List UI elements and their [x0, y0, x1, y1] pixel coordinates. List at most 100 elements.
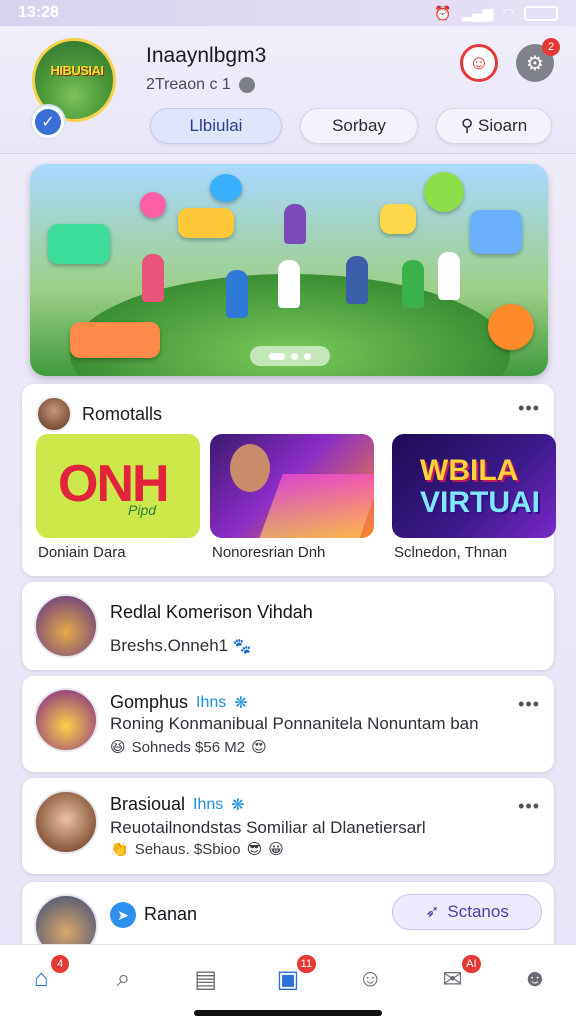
person-icon: ⚲: [460, 116, 474, 135]
banner-floating-tile: [178, 208, 234, 238]
recommendation-thumbnail-1[interactable]: ONH Pipd: [36, 434, 200, 538]
more-options-icon[interactable]: •••: [518, 694, 540, 715]
nav-emoji[interactable]: ☺: [350, 959, 390, 999]
status-icons: ⏰ ▂▄▆ ◠: [434, 5, 558, 22]
emoji-icon: 😎: [246, 841, 263, 858]
avatar[interactable]: [36, 396, 72, 432]
feed-item-meta: 👏 Sehaus. $Sbioo 😎 😀: [110, 840, 284, 859]
nav-chat[interactable]: ✉ AI: [433, 955, 481, 999]
settings-gear-icon[interactable]: ⚙ 2: [516, 38, 560, 82]
search-icon: ⌕: [116, 965, 131, 992]
profile-header: HIBUSIAI ✓ Inaaynlbgm3 2Treaon c 1 ☺ ⚙ 2…: [0, 26, 576, 154]
nav-video[interactable]: ▣ 11: [268, 955, 316, 999]
emoji-icon: 😍: [251, 739, 267, 756]
avatar[interactable]: [34, 790, 98, 854]
tab-pill-1[interactable]: Llbiulai: [150, 108, 282, 144]
feed-item[interactable]: Brasioual Ihns ❋ ••• Reuotailnondstas So…: [22, 778, 554, 874]
action-button[interactable]: ➶ Sctanos: [392, 894, 542, 930]
chat-icon: ✉: [442, 965, 463, 993]
feed-item-line: Roning Konmanibual Ponnanitela Nonuntam …: [110, 714, 479, 733]
carousel-dot[interactable]: [269, 352, 285, 360]
avatar[interactable]: [34, 594, 98, 658]
banner-child-figure: [284, 204, 306, 244]
mascot-face-icon[interactable]: ☺: [460, 44, 498, 82]
feed-title-text: Brasioual: [110, 794, 186, 814]
carousel-dot[interactable]: [304, 352, 311, 360]
profile-logo-text: HIBUSIAI: [50, 63, 104, 78]
emoji-icon: 🐾: [232, 638, 252, 655]
globe-icon: [238, 77, 255, 93]
more-options-icon[interactable]: •••: [518, 796, 540, 817]
chat-badge: AI: [462, 955, 481, 973]
recommendation-caption-2[interactable]: Nonoresrian Dnh: [212, 544, 325, 561]
feed-item[interactable]: ➤ Ranan ➶ Sctanos: [22, 882, 554, 958]
recommendations-card: Romotalls ••• ONH Pipd WBILA VIRTUAI Don…: [22, 384, 556, 576]
action-button-label: Sctanos: [447, 902, 509, 921]
profile-icon: ☻: [522, 965, 548, 992]
banner-child-figure: [438, 252, 460, 300]
banner-floating-tile: [488, 304, 534, 350]
feed-line-text: Breshs.Onneh1: [110, 636, 229, 655]
recommendation-thumbnail-2[interactable]: [210, 434, 374, 538]
wifi-icon: ◠: [503, 4, 514, 21]
recommendation-caption-1[interactable]: Doniain Dara: [38, 544, 126, 561]
home-indicator[interactable]: [194, 1010, 382, 1016]
feed-item-line: Breshs.Onneh1 🐾: [110, 636, 252, 656]
search-people-label: Sioarn: [478, 116, 528, 135]
nav-search[interactable]: ⌕: [103, 959, 143, 999]
feed-item-title: Brasioual Ihns ❋: [110, 794, 245, 815]
banner-child-figure: [226, 270, 248, 318]
search-people-pill[interactable]: ⚲ Sioarn: [436, 108, 552, 144]
banner-floating-tile: [380, 204, 416, 234]
feed-tag[interactable]: Ihns: [196, 694, 226, 712]
banner-child-figure: [142, 254, 164, 302]
send-icon: ➶: [425, 902, 440, 921]
messenger-icon: ➤: [110, 902, 136, 928]
feed-tag[interactable]: Ihns: [193, 796, 223, 814]
more-options-icon[interactable]: •••: [518, 398, 540, 419]
sparkle-icon: ❋: [234, 694, 248, 712]
battery-icon: [524, 5, 558, 21]
status-time: 13:28: [18, 4, 59, 21]
thumbnail-subtitle: Pipd: [128, 502, 157, 518]
feed-meta-text: Sehaus. $Sbioo: [134, 840, 241, 858]
feed-item-meta: 😆 Sohneds $56 M2 😍: [110, 738, 267, 757]
sparkle-icon: ❋: [231, 796, 245, 814]
thumbnail-title-line-1: WBILA: [420, 454, 519, 487]
nav-home[interactable]: ⌂ 4: [21, 955, 70, 999]
banner-floating-tile: [48, 224, 110, 264]
feed-item-title: Ranan: [144, 904, 197, 925]
emoji-icon: 😆: [110, 739, 126, 756]
emoji-icon: 😀: [268, 841, 284, 858]
banner-floating-tile: [470, 210, 522, 254]
nav-profile[interactable]: ☻: [515, 959, 555, 999]
carousel-dot[interactable]: [291, 352, 298, 360]
profile-username: Inaaynlbgm3: [146, 44, 267, 67]
banner-child-figure: [278, 260, 300, 308]
banner-floating-tile: [210, 174, 242, 202]
status-bar: 13:28 ⏰ ▂▄▆ ◠: [0, 0, 576, 26]
avatar[interactable]: [34, 688, 98, 752]
carousel-indicator[interactable]: [250, 346, 330, 366]
banner-floating-tile: [424, 172, 464, 212]
recommendation-thumbnail-3[interactable]: WBILA VIRTUAI: [392, 434, 556, 538]
thumbnail-portrait: [230, 444, 270, 492]
feed-item[interactable]: Redlal Komerison Vihdah Breshs.Onneh1 🐾: [22, 582, 554, 670]
hero-banner[interactable]: [30, 164, 548, 376]
signal-icon: ▂▄▆: [461, 4, 494, 21]
nav-store[interactable]: ▤: [186, 959, 226, 999]
recommendation-caption-3[interactable]: Sclnedon, Thnan: [394, 544, 507, 561]
feed-item-line: Reuotailnondstas Somiliar al Dlanetiersa…: [110, 818, 426, 837]
video-icon: ▣: [276, 965, 300, 993]
emoji-icon: 👏: [110, 841, 129, 858]
thumbnail-art: [257, 474, 374, 538]
profile-subline: 2Treaon c 1: [146, 76, 255, 94]
home-icon: ⌂: [33, 965, 49, 992]
video-badge: 11: [296, 955, 316, 973]
verified-check-icon: ✓: [35, 109, 61, 135]
feed-item[interactable]: Gomphus Ihns ❋ ••• Roning Konmanibual Po…: [22, 676, 554, 772]
feed-item-title: Redlal Komerison Vihdah: [110, 602, 313, 623]
feed-item-title: Gomphus Ihns ❋: [110, 692, 248, 713]
feed-meta-text: Sohneds $56 M2: [131, 738, 246, 756]
tab-pill-2[interactable]: Sorbay: [300, 108, 418, 144]
